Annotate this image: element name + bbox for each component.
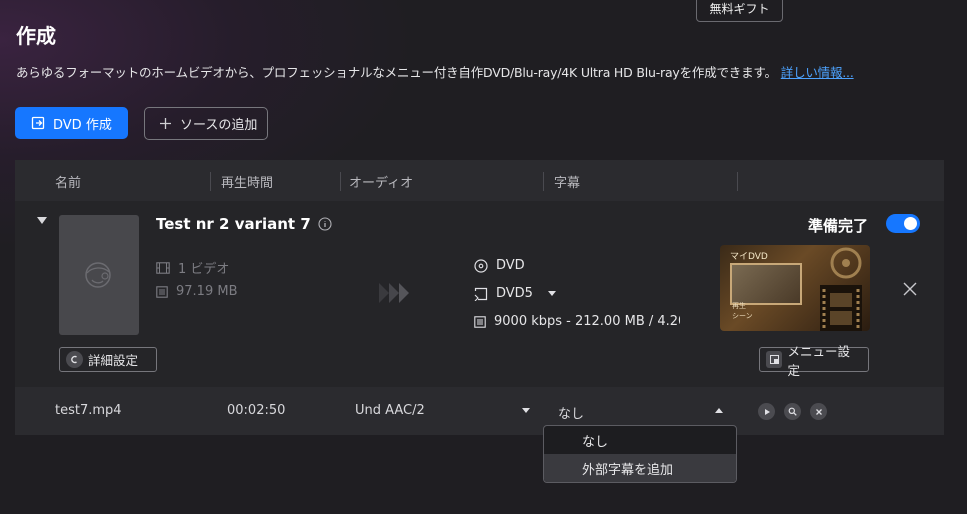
column-name: 名前: [55, 176, 82, 191]
page-title: 作成: [16, 24, 56, 48]
zoom-icon[interactable]: [784, 403, 801, 420]
file-size-text: 97.19 MB: [176, 284, 238, 299]
free-gift-button[interactable]: 無料ギフト: [696, 0, 783, 22]
disc-type-select[interactable]: DVD5: [474, 286, 557, 301]
play-icon[interactable]: [758, 403, 775, 420]
audio-select[interactable]: Und AAC/2: [355, 403, 533, 421]
dropdown-option-none[interactable]: なし: [544, 426, 736, 454]
details-settings-button[interactable]: 詳細設定: [59, 347, 157, 372]
subtitle-dropdown: なし 外部字幕を追加: [543, 425, 737, 483]
caret-up-icon[interactable]: [714, 407, 724, 414]
disc-icon: [474, 258, 488, 273]
bitrate-text: 9000 kbps - 212.00 MB / 4.20: [494, 314, 680, 329]
output-format-text: DVD: [496, 258, 525, 273]
audio-value: Und AAC/2: [355, 403, 425, 418]
caret-down-icon[interactable]: [547, 290, 557, 297]
settings-icon: [66, 351, 83, 368]
menu-settings-label: メニュー設定: [787, 343, 850, 378]
column-divider: [210, 172, 211, 191]
column-divider: [340, 172, 341, 191]
create-dvd-button[interactable]: DVD 作成: [15, 107, 128, 139]
column-divider: [543, 172, 544, 191]
menu-settings-button[interactable]: メニュー設定: [759, 344, 869, 378]
disc-type-text: DVD5: [496, 286, 533, 301]
file-duration: 00:02:50: [227, 403, 286, 418]
dropdown-option-add-external-subtitle[interactable]: 外部字幕を追加: [544, 454, 736, 482]
plus-icon: [160, 118, 171, 129]
column-duration: 再生時間: [221, 176, 274, 191]
placeholder-head-icon: [85, 262, 111, 288]
column-divider: [737, 172, 738, 191]
video-count-text: 1 ビデオ: [178, 262, 230, 277]
column-subtitle: 字幕: [554, 176, 581, 191]
info-icon[interactable]: [318, 217, 332, 231]
menu-preview-scene: シーン: [732, 312, 753, 320]
convert-arrow-icon: [379, 283, 409, 303]
menu-icon: [766, 351, 783, 368]
menu-preview-frame: [730, 263, 802, 305]
status-label: 準備完了: [807, 217, 868, 235]
remove-icon[interactable]: [810, 403, 827, 420]
menu-preview[interactable]: マイDVD 再生 シーン: [720, 245, 870, 331]
close-icon[interactable]: [903, 282, 917, 296]
subtitle-select[interactable]: なし: [558, 403, 724, 422]
video-count: 1 ビデオ: [156, 258, 229, 277]
project-item: Test nr 2 variant 7 1 ビデオ 97.19 MB DVD D…: [15, 201, 944, 387]
subtitle-value: なし: [558, 407, 585, 422]
details-link[interactable]: 詳しい情報...: [781, 65, 854, 80]
disc-type-icon: [474, 287, 488, 301]
caret-down-icon[interactable]: [521, 407, 531, 414]
document-icon: [156, 285, 168, 298]
bitrate-info: 9000 kbps - 212.00 MB / 4.20: [474, 314, 680, 329]
ready-toggle[interactable]: [886, 214, 920, 233]
table-row: test7.mp4 00:02:50 Und AAC/2 なし: [15, 387, 944, 435]
table-header: 名前 再生時間 オーディオ 字幕: [15, 160, 944, 201]
description-text: あらゆるフォーマットのホームビデオから、プロフェッショナルなメニュー付き自作DV…: [16, 65, 777, 80]
column-audio: オーディオ: [349, 176, 414, 191]
output-format: DVD: [474, 258, 525, 273]
document-icon: [474, 315, 486, 328]
file-name: test7.mp4: [55, 403, 122, 418]
project-title: Test nr 2 variant 7: [156, 215, 311, 233]
create-dvd-label: DVD 作成: [53, 117, 112, 133]
menu-preview-play: 再生: [732, 302, 746, 310]
file-size: 97.19 MB: [156, 284, 237, 299]
details-settings-label: 詳細設定: [88, 353, 139, 368]
menu-preview-title: マイDVD: [730, 252, 768, 262]
collapse-caret-icon[interactable]: [37, 217, 47, 224]
add-source-button[interactable]: ソースの追加: [144, 107, 268, 140]
create-icon: [31, 116, 45, 130]
film-icon: [156, 261, 170, 274]
add-source-label: ソースの追加: [180, 118, 258, 133]
page-description: あらゆるフォーマットのホームビデオから、プロフェッショナルなメニュー付き自作DV…: [16, 62, 854, 81]
film-reel-icon: [820, 247, 862, 331]
video-thumbnail: [59, 215, 139, 335]
